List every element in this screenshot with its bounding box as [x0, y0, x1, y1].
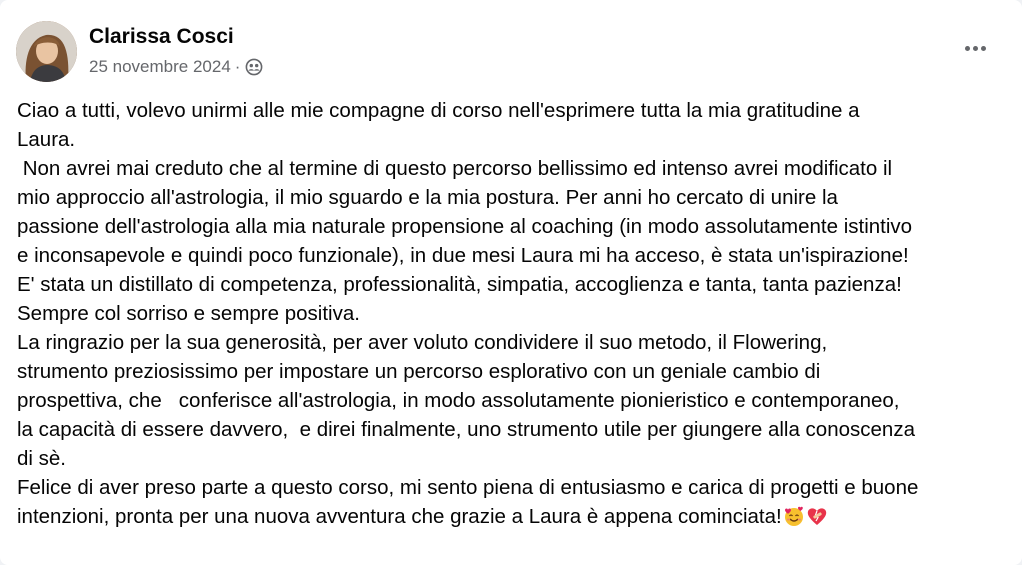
post-card: Clarissa Cosci 25 novembre 2024 · Ciao a… [0, 0, 1022, 565]
post-text-line: Laura. [17, 128, 76, 151]
post-text-line: intenzioni, pronta per una nuova avventu… [17, 505, 782, 528]
friends-icon[interactable] [245, 58, 263, 76]
post-text-line: prospettiva, che conferisce all'astrolog… [17, 389, 900, 412]
more-options-icon [964, 45, 986, 51]
post-text-line: Felice di aver preso parte a questo cors… [17, 476, 919, 499]
post-text-line: Sempre col sorriso e sempre positiva. [17, 302, 360, 325]
post-text-line: di sè. [17, 447, 66, 470]
post-text-line: Non avrei mai creduto che al termine di … [17, 157, 893, 180]
post-text-line: strumento preziosissimo per impostare un… [17, 360, 821, 383]
avatar[interactable] [16, 21, 77, 82]
meta-separator: · [234, 57, 241, 76]
more-options-button[interactable] [955, 30, 995, 66]
post-text-line: e inconsapevole e quindi poco funzionale… [17, 244, 909, 267]
post-date[interactable]: 25 novembre 2024 [89, 57, 231, 77]
post-text-line: passione dell'astrologia alla mia natura… [17, 215, 913, 238]
post-text-line: La ringrazio per la sua generosità, per … [17, 331, 828, 354]
post-text: Ciao a tutti, volevo unirmi alle mie com… [17, 96, 1017, 531]
post-meta: 25 novembre 2024 · [89, 57, 263, 77]
post-text-line: la capacità di essere davvero, e direi f… [17, 418, 915, 441]
post-text-line: mio approccio all'astrologia, il mio sgu… [17, 186, 838, 209]
mending-heart-emoji [806, 505, 828, 527]
post-text-line: Ciao a tutti, volevo unirmi alle mie com… [17, 99, 860, 122]
post-text-last-line: intenzioni, pronta per una nuova avventu… [17, 502, 1017, 531]
author-name[interactable]: Clarissa Cosci [89, 25, 234, 49]
smiling-face-with-hearts-emoji [783, 505, 805, 527]
avatar-photo [16, 21, 77, 82]
post-text-line: E' stata un distillato di competenza, pr… [17, 273, 902, 296]
